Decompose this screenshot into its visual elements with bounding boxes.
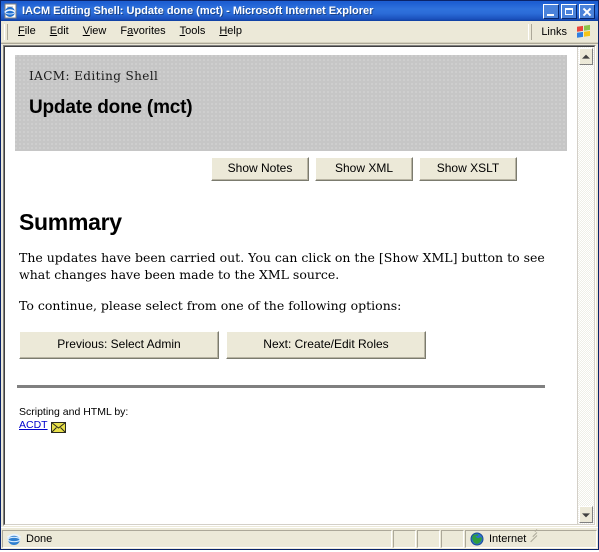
menu-item-view[interactable]: View: [76, 23, 114, 40]
scroll-down-arrow-icon[interactable]: [579, 506, 593, 523]
scroll-up-arrow-icon[interactable]: [579, 48, 593, 65]
document-area: IACM: Editing Shell Update done (mct) Sh…: [1, 43, 598, 527]
links-area: Links: [525, 23, 598, 40]
page-title: Update done (mct): [29, 97, 193, 118]
links-label[interactable]: Links: [535, 26, 573, 38]
links-drag-handle[interactable]: [528, 23, 533, 40]
menu-item-help[interactable]: Help: [212, 23, 249, 40]
security-zone-text: Internet: [489, 533, 527, 545]
footer-link-row: ACDT: [19, 419, 567, 433]
status-pane-1: [393, 530, 416, 548]
status-pane-main: Done: [2, 530, 392, 548]
envelope-icon[interactable]: [50, 420, 66, 433]
acdt-link[interactable]: ACDT: [19, 419, 48, 431]
windows-flag-logo-icon[interactable]: [575, 23, 593, 40]
footer-credit-text: Scripting and HTML by:: [19, 406, 129, 418]
title-bar: IACM Editing Shell: Update done (mct) - …: [1, 1, 598, 21]
ie-icon: [6, 531, 22, 547]
next-create-edit-roles-button[interactable]: Next: Create/Edit Roles: [226, 330, 426, 359]
security-zone-pane[interactable]: Internet: [465, 529, 597, 548]
page-footer: Scripting and HTML by: ACDT: [19, 406, 567, 433]
menu-drag-handle[interactable]: [4, 23, 8, 40]
previous-select-admin-button[interactable]: Previous: Select Admin: [19, 330, 219, 359]
document-bevel-outer: IACM: Editing Shell Update done (mct) Sh…: [3, 45, 596, 526]
window-title: IACM Editing Shell: Update done (mct) - …: [22, 5, 374, 17]
web-page-content: IACM: Editing Shell Update done (mct) Sh…: [5, 47, 577, 524]
close-button[interactable]: [579, 3, 595, 19]
document-bevel-inner: IACM: Editing Shell Update done (mct) Sh…: [4, 46, 595, 525]
summary-heading: Summary: [19, 209, 122, 236]
status-pane-2: [417, 530, 440, 548]
status-text: Done: [26, 533, 53, 545]
globe-icon: [469, 531, 485, 547]
status-bar: Done Internet: [1, 527, 598, 549]
navigation-button-row: Previous: Select Admin Next: Create/Edit…: [19, 330, 567, 359]
show-xml-button[interactable]: Show XML: [315, 157, 413, 182]
menu-item-favorites[interactable]: Favorites: [113, 23, 172, 40]
maximize-button[interactable]: [561, 3, 577, 19]
menu-item-tools[interactable]: Tools: [173, 23, 213, 40]
page-header-panel: IACM: Editing Shell Update done (mct): [15, 55, 567, 151]
summary-paragraph-1: The updates have been carried out. You c…: [19, 250, 545, 283]
page-header-subtitle: IACM: Editing Shell: [29, 69, 159, 83]
menu-bar: File Edit View Favorites Tools Help Link…: [1, 21, 598, 43]
minimize-button[interactable]: [543, 3, 559, 19]
browser-window: IACM Editing Shell: Update done (mct) - …: [0, 0, 599, 550]
show-notes-button[interactable]: Show Notes: [211, 157, 309, 182]
caption-buttons: [543, 3, 597, 19]
show-xslt-button[interactable]: Show XSLT: [419, 157, 517, 182]
summary-paragraph-2: To continue, please select from one of t…: [19, 297, 402, 313]
vertical-scrollbar[interactable]: [577, 47, 594, 524]
ie-document-icon: [3, 3, 19, 19]
scrollbar-track[interactable]: [578, 66, 594, 505]
action-button-row: Show Notes Show XML Show XSLT: [15, 157, 567, 182]
menu-item-edit[interactable]: Edit: [43, 23, 76, 40]
status-pane-3: [441, 530, 464, 548]
footer-divider: [17, 385, 545, 388]
menu-item-file[interactable]: File: [11, 23, 43, 40]
menu-items: File Edit View Favorites Tools Help: [11, 23, 525, 40]
